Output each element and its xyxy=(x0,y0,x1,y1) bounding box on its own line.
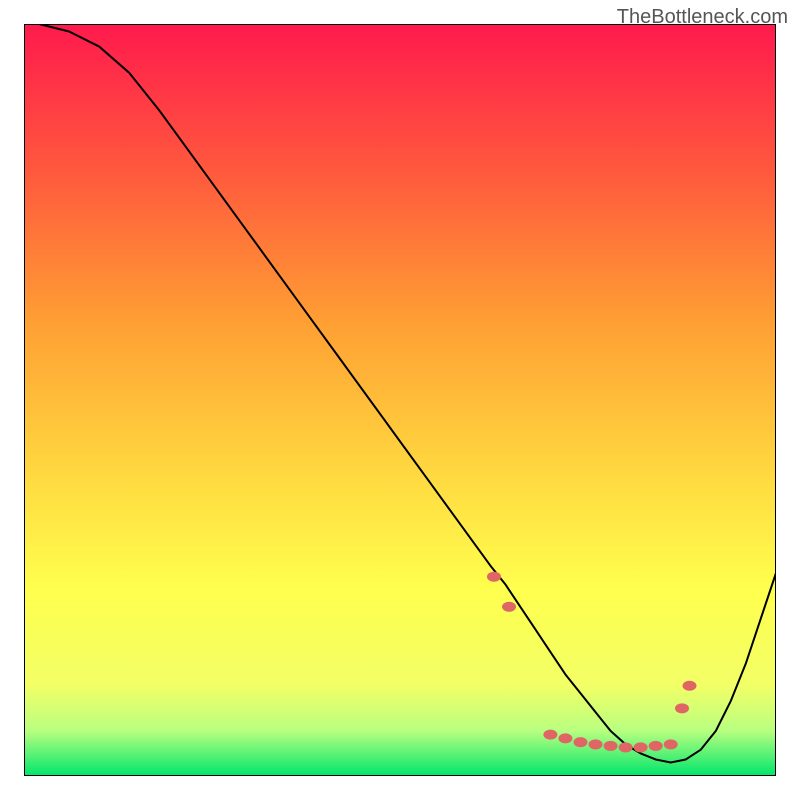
marker-point xyxy=(487,572,501,582)
marker-point xyxy=(619,742,633,752)
marker-point xyxy=(664,739,678,749)
marker-point xyxy=(634,742,648,752)
plot-area xyxy=(24,24,776,776)
marker-point xyxy=(573,737,587,747)
marker-point xyxy=(649,741,663,751)
chart-background xyxy=(24,24,776,776)
watermark-text: TheBottleneck.com xyxy=(617,6,788,29)
chart-svg xyxy=(24,24,776,776)
marker-point xyxy=(604,741,618,751)
marker-point xyxy=(675,703,689,713)
marker-point xyxy=(683,681,697,691)
marker-point xyxy=(502,602,516,612)
marker-point xyxy=(558,733,572,743)
marker-point xyxy=(543,730,557,740)
chart-container: TheBottleneck.com xyxy=(0,0,800,800)
marker-point xyxy=(589,739,603,749)
